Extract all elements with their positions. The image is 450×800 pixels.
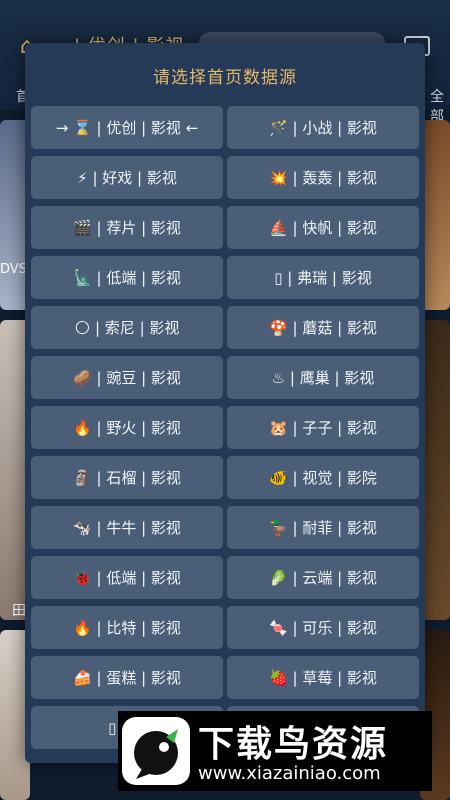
source-option[interactable]: 💥 | 轰轰 | 影视 — [227, 156, 419, 199]
source-option[interactable]: 🍄 | 蘑菇 | 影视 — [227, 306, 419, 349]
watermark-title: 下载鸟资源 — [198, 724, 389, 765]
watermark-banner: 下载鸟资源 www.xiazainiao.com — [118, 711, 432, 791]
source-option[interactable]: 🐞 | 低端 | 影视 — [31, 556, 223, 599]
option-label: 🍄 | 蘑菇 | 影视 — [269, 319, 377, 337]
option-label: 🍓 | 草莓 | 影视 — [269, 669, 377, 687]
option-label: 🥔 | 豌豆 | 影视 — [73, 369, 181, 387]
source-option[interactable]: 🪄 | 小战 | 影视 — [227, 106, 419, 149]
source-option[interactable]: 🦆 | 耐菲 | 影视 — [227, 506, 419, 549]
source-option[interactable]: → ⌛ | 优创 | 影视 ← — [31, 106, 223, 149]
option-label: 🦆 | 耐菲 | 影视 — [269, 519, 377, 537]
option-label: 🥬 | 云端 | 影视 — [269, 569, 377, 587]
option-label: ▯ | 弗瑞 | 影视 — [274, 269, 372, 287]
option-label: 🪄 | 小战 | 影视 — [269, 119, 377, 137]
option-label: 🔥 | 比特 | 影视 — [73, 619, 181, 637]
source-option[interactable]: 🍓 | 草莓 | 影视 — [227, 656, 419, 699]
source-option[interactable]: 🔥 | 比特 | 影视 — [31, 606, 223, 649]
option-label: ⚡ | 好戏 | 影视 — [77, 169, 177, 187]
option-label: 🌕 | 索尼 | 影视 — [74, 319, 180, 337]
source-option[interactable]: ♨ | 鹰巢 | 影视 — [227, 356, 419, 399]
source-option[interactable]: 🐹 | 子子 | 影视 — [227, 406, 419, 449]
source-option[interactable]: 🥬 | 云端 | 影视 — [227, 556, 419, 599]
source-option[interactable]: ⚡ | 好戏 | 影视 — [31, 156, 223, 199]
source-option[interactable]: 🐄 | 牛牛 | 影视 — [31, 506, 223, 549]
option-label: 🐹 | 子子 | 影视 — [269, 419, 377, 437]
source-option[interactable]: 🍰 | 蛋糕 | 影视 — [31, 656, 223, 699]
source-option[interactable]: 🗿 | 石榴 | 影视 — [31, 456, 223, 499]
source-option[interactable]: 🌕 | 索尼 | 影视 — [31, 306, 223, 349]
option-label: 🎬 | 荐片 | 影视 — [73, 219, 181, 237]
card-text: DVS — [0, 262, 27, 277]
source-option[interactable]: 🥔 | 豌豆 | 影视 — [31, 356, 223, 399]
option-label: 🐞 | 低端 | 影视 — [73, 569, 181, 587]
option-label: 🐄 | 牛牛 | 影视 — [73, 519, 181, 537]
source-option[interactable]: 🔥 | 野火 | 影视 — [31, 406, 223, 449]
option-label: 🍰 | 蛋糕 | 影视 — [73, 669, 181, 687]
dialog-title: 请选择首页数据源 — [153, 68, 297, 88]
bird-logo-icon — [122, 717, 190, 785]
source-option[interactable]: 🍬 | 可乐 | 影视 — [227, 606, 419, 649]
option-label: 🐠 | 视觉 | 影院 — [269, 469, 377, 487]
source-option[interactable]: ⛵ | 快帆 | 影视 — [227, 206, 419, 249]
source-option[interactable]: 🐠 | 视觉 | 影院 — [227, 456, 419, 499]
option-label: 🔥 | 野火 | 影视 — [73, 419, 181, 437]
watermark-url: www.xiazainiao.com — [198, 763, 381, 784]
option-label: 🗽 | 低端 | 影视 — [73, 269, 181, 287]
card-text: 田 — [12, 603, 26, 619]
source-option[interactable]: 🗽 | 低端 | 影视 — [31, 256, 223, 299]
option-label: 🍬 | 可乐 | 影视 — [269, 619, 377, 637]
data-source-dialog: 请选择首页数据源 → ⌛ | 优创 | 影视 ← 🪄 | 小战 | 影视 ⚡ |… — [25, 43, 425, 763]
source-option[interactable]: ▯ | 弗瑞 | 影视 — [227, 256, 419, 299]
source-option[interactable]: 🎬 | 荐片 | 影视 — [31, 206, 223, 249]
option-label: ⛵ | 快帆 | 影视 — [269, 219, 377, 237]
option-label: → ⌛ | 优创 | 影视 ← — [55, 119, 199, 137]
option-label: 💥 | 轰轰 | 影视 — [269, 169, 377, 187]
option-label: 🗿 | 石榴 | 影视 — [73, 469, 181, 487]
option-label: ♨ | 鹰巢 | 影视 — [271, 369, 375, 387]
